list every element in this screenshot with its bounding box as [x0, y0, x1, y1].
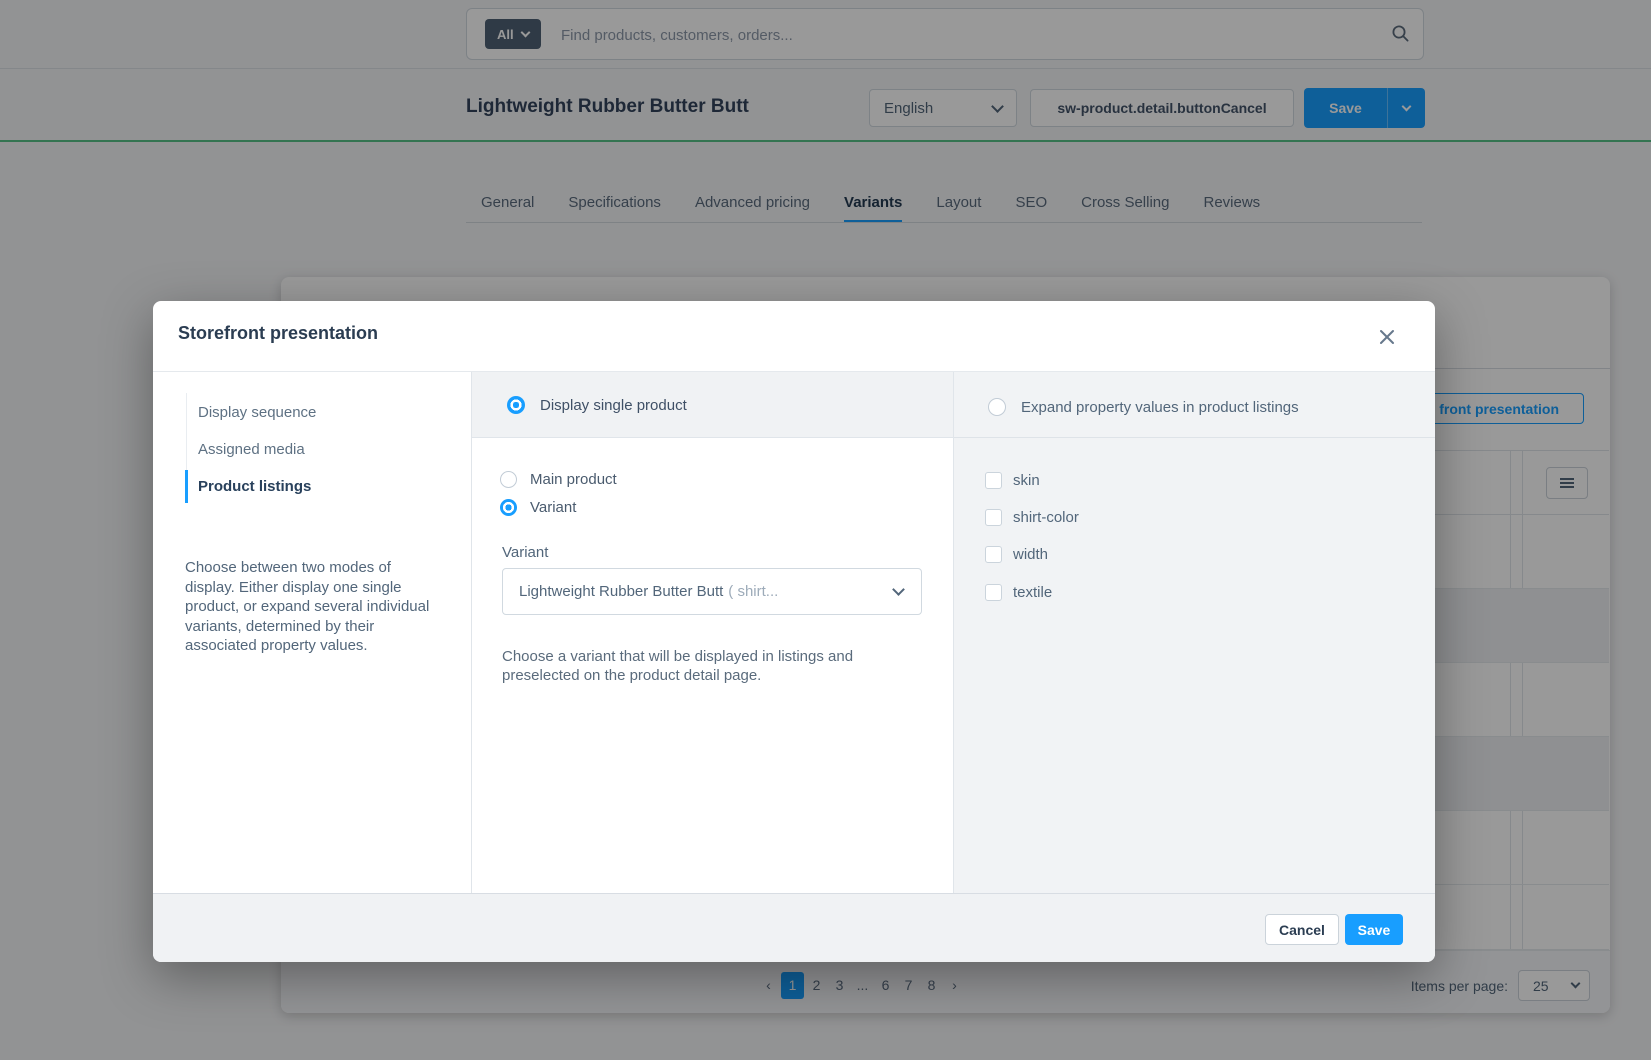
single-product-mode-label: Display single product	[540, 397, 687, 414]
variant-select-value: Lightweight Rubber Butter Butt	[519, 583, 723, 600]
modal-title: Storefront presentation	[178, 323, 378, 344]
modal-save-button[interactable]: Save	[1345, 914, 1403, 945]
expand-header-divider	[954, 437, 1435, 438]
property-label: skin	[1013, 472, 1040, 489]
sidebar-item-assigned-media[interactable]: Assigned media	[198, 441, 305, 458]
sidebar-item-product-listings[interactable]: Product listings	[198, 478, 311, 495]
variant-field-label: Variant	[502, 544, 548, 561]
close-icon[interactable]	[1377, 327, 1397, 347]
radio-unselected-icon[interactable]	[988, 398, 1006, 416]
checkbox-unchecked-icon[interactable]	[985, 509, 1002, 526]
radio-unselected-icon[interactable]	[500, 471, 517, 488]
expand-mode-label: Expand property values in product listin…	[1021, 399, 1299, 416]
property-label: shirt-color	[1013, 509, 1079, 526]
property-label: textile	[1013, 584, 1052, 601]
storefront-presentation-modal: Storefront presentation Display sequence…	[153, 301, 1435, 962]
checkbox-unchecked-icon[interactable]	[985, 584, 1002, 601]
single-product-mode-row[interactable]: Display single product	[507, 396, 687, 414]
checkbox-unchecked-icon[interactable]	[985, 546, 1002, 563]
expand-mode-row[interactable]: Expand property values in product listin…	[988, 398, 1299, 416]
variant-option-label: Variant	[530, 499, 576, 516]
modal-cancel-button[interactable]: Cancel	[1265, 914, 1339, 945]
property-option-skin[interactable]: skin	[985, 472, 1040, 489]
sidebar-description: Choose between two modes of display. Eit…	[185, 558, 441, 656]
radio-selected-icon[interactable]	[507, 396, 525, 414]
property-option-textile[interactable]: textile	[985, 584, 1052, 601]
property-option-width[interactable]: width	[985, 546, 1048, 563]
sidebar-item-display-sequence[interactable]: Display sequence	[198, 404, 316, 421]
main-product-label: Main product	[530, 471, 617, 488]
variant-option[interactable]: Variant	[500, 499, 576, 516]
expand-column-background	[953, 372, 1435, 894]
variant-select[interactable]: Lightweight Rubber Butter Butt ( shirt..…	[502, 568, 922, 615]
variant-select-hint: ( shirt...	[728, 583, 778, 600]
modal-footer	[153, 893, 1435, 962]
main-product-option[interactable]: Main product	[500, 471, 617, 488]
property-label: width	[1013, 546, 1048, 563]
radio-selected-icon[interactable]	[500, 499, 517, 516]
sidebar-divider	[471, 372, 472, 894]
property-option-shirt-color[interactable]: shirt-color	[985, 509, 1079, 526]
chevron-down-icon	[892, 583, 905, 596]
app-root: All Lightweight Rubber Butter Butt Engli…	[0, 0, 1651, 1060]
checkbox-unchecked-icon[interactable]	[985, 472, 1002, 489]
sidebar-active-indicator	[185, 470, 188, 503]
variant-help-text: Choose a variant that will be displayed …	[502, 647, 902, 685]
